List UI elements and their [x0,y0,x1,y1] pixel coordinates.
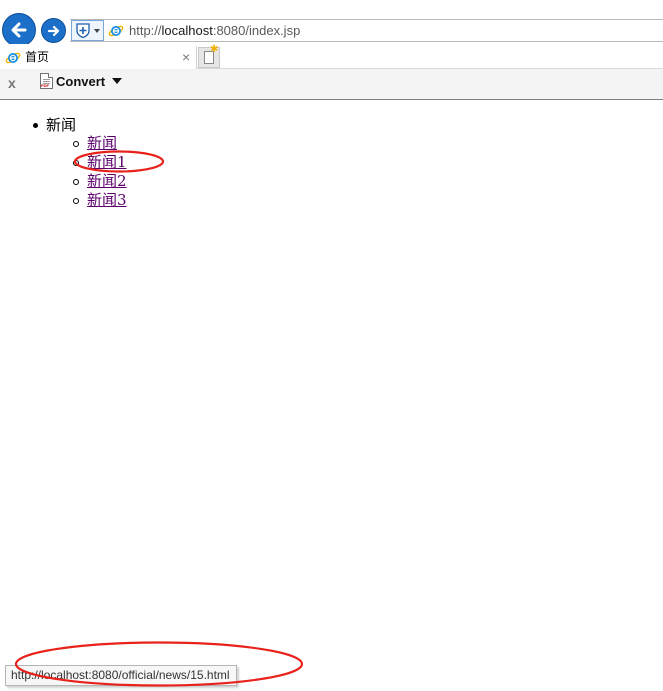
ie-favicon [5,52,21,64]
forward-button[interactable] [41,18,66,43]
list-item: 新闻2 [73,172,193,191]
bullet-circle [73,198,79,204]
close-toolbar-icon[interactable]: x [8,75,16,91]
bullet-disc [33,123,38,128]
convert-toolbar: x PDF Convert [0,69,663,100]
new-tab-button[interactable]: ✱ [198,44,220,68]
address-bar-row: http://localhost:8080/index.jsp [0,0,663,47]
pdf-convert-icon[interactable]: PDF [40,73,53,89]
status-url-tooltip: http://localhost:8080/official/news/15.h… [5,665,237,686]
list-item: 新闻3 [73,191,193,210]
close-tab-icon[interactable]: × [182,49,190,65]
news-link-3[interactable]: 新闻3 [87,191,127,209]
compatibility-view-icon [76,23,90,38]
tab-home[interactable]: 首页 × [0,46,197,69]
ie-favicon [108,25,124,37]
convert-button[interactable]: Convert [56,74,105,90]
back-button[interactable] [2,13,36,47]
list-item: 新闻1 [73,153,193,172]
news-link[interactable]: 新闻 [87,134,117,152]
url-prefix: http:// [129,23,162,38]
url-host: localhost [161,23,213,38]
nav-section-label: 新闻 [46,116,77,134]
tab-strip: 首页 × ✱ [0,44,663,69]
url-text[interactable]: http://localhost:8080/index.jsp [129,22,300,40]
bullet-circle [73,179,79,185]
bullet-circle [73,160,79,166]
news-link-1[interactable]: 新闻1 [87,153,127,171]
news-list: 新闻 新闻1 新闻2 新闻3 [73,134,193,210]
bullet-circle [73,141,79,147]
list-item: 新闻 [73,134,193,153]
back-arrow-icon [11,22,27,38]
chevron-down-icon[interactable] [94,29,100,33]
star-icon: ✱ [210,44,219,55]
forward-arrow-icon [47,25,59,36]
tab-title: 首页 [25,50,50,64]
compatibility-view-button[interactable] [71,20,104,41]
chevron-down-icon[interactable] [112,78,122,84]
url-path: :8080/index.jsp [212,23,301,38]
news-link-2[interactable]: 新闻2 [87,172,127,190]
